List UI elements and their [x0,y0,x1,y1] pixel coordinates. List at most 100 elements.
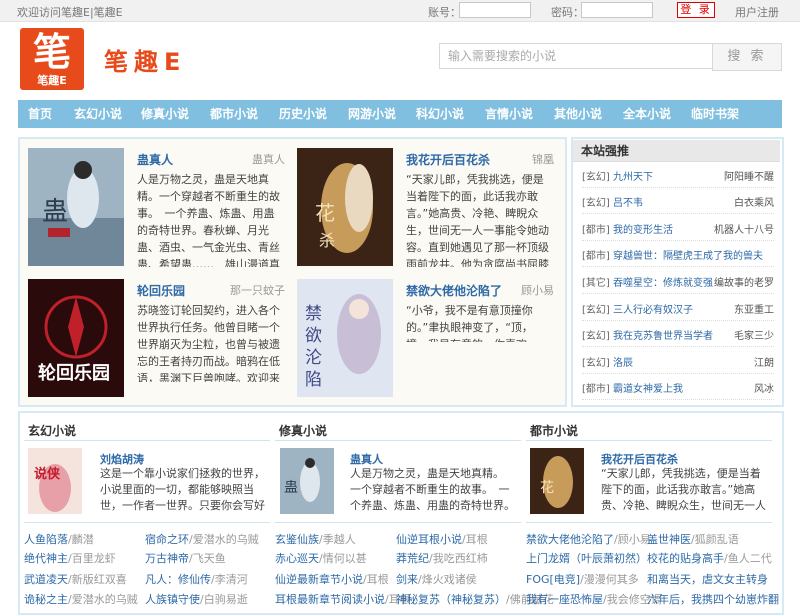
list-item[interactable]: 人鱼陷落/麟潜 [24,531,94,547]
list-book-name[interactable]: 剑来 [396,573,418,586]
list-book-author[interactable]: /飞天鱼 [189,552,226,565]
list-book-name[interactable]: 校花的贴身高手 [647,552,724,565]
nav-quanben[interactable]: 全本小说 [623,100,671,128]
list-item[interactable]: 六年后，我携四个幼崽炸翻 [647,591,779,607]
book-author[interactable]: 顾小易 [494,282,554,298]
list-item[interactable]: 盖世神医/狐颜乱语 [647,531,739,547]
list-book-author[interactable]: /我吃西红柿 [429,552,488,565]
recommend-item[interactable]: [玄幻] 三人行必有奴汉子 东亚重工 [582,302,774,321]
recommend-item[interactable]: [玄幻] 我在克苏鲁世界当学者 毛家三少 [582,328,774,347]
site-logo[interactable]: 笔 笔趣E [20,28,84,90]
list-book-name[interactable]: 凡人：修仙传 [145,573,211,586]
book-cover[interactable]: 轮回乐园 [28,279,124,397]
book-title-link[interactable]: 蛊真人 [350,451,383,467]
recommend-author[interactable]: 白衣乘风 [734,195,774,213]
list-book-name[interactable]: 人鱼陷落 [24,533,68,546]
register-link[interactable]: 用户注册 [735,4,779,20]
list-item[interactable]: 绝代神主/百里龙虾 [24,550,116,566]
list-book-name[interactable]: 仙逆耳根小说 [396,533,462,546]
recommend-item[interactable]: [都市] 我的变形生活 机器人十八号 [582,222,774,241]
recommend-item[interactable]: [都市] 穿越兽世：隔壁虎王成了我的兽夫 [582,248,774,267]
book-author[interactable]: 那一只蚊子 [225,282,285,298]
book-author[interactable]: 蛊真人 [225,151,285,167]
book-cover[interactable]: 蛊 [28,148,124,266]
recommend-item[interactable]: [玄幻] 洛辰 江朗 [582,355,774,374]
list-book-author[interactable]: /爱潜水的乌贼 [189,533,259,546]
list-item[interactable]: 万古神帝/飞天鱼 [145,550,226,566]
list-book-name[interactable]: 禁欲大佬他沦陷了 [526,533,614,546]
category-title[interactable]: 玄幻小说 [28,422,76,439]
book-cover[interactable]: 说侠 [28,448,82,514]
book-cover[interactable]: 花 [530,448,584,514]
book-title-link[interactable]: 刘焰胡涛 [100,451,144,467]
list-item[interactable]: 诡秘之主/爱潜水的乌贼 [24,591,138,607]
list-item[interactable]: 我有一座恐怖屋/我会修空调 [526,591,662,607]
list-book-name[interactable]: 莽荒纪 [396,552,429,565]
recommend-author[interactable]: 编故事的老罗 [714,275,774,293]
list-book-author[interactable]: /情何以甚 [319,552,367,565]
recommend-book[interactable]: 霸道女神爱上我 [613,384,683,395]
list-book-author[interactable]: /李清河 [211,573,248,586]
recommend-book[interactable]: 洛辰 [613,358,633,369]
list-item[interactable]: 仙逆耳根小说/耳根 [396,531,488,547]
recommend-author[interactable]: 东亚重工 [734,302,774,320]
nav-kehuan[interactable]: 科幻小说 [416,100,464,128]
list-item[interactable]: 仙逆最新章节小说/耳根 [275,571,389,587]
list-book-author[interactable]: /季越人 [319,533,356,546]
recommend-item[interactable]: [玄幻] 九州天下 阿阳睡不醒 [582,169,774,188]
recommend-author[interactable]: 机器人十八号 [714,222,774,240]
nav-xiuzhen[interactable]: 修真小说 [141,100,189,128]
book-title-link[interactable]: 我花开后百花杀 [406,151,490,168]
list-book-name[interactable]: 武道凌天 [24,573,68,586]
list-book-name[interactable]: 赤心巡天 [275,552,319,565]
list-item[interactable]: 玄鉴仙族/季越人 [275,531,356,547]
list-book-name[interactable]: 宿命之环 [145,533,189,546]
list-item[interactable]: 耳根最新章节阅读小说/耳根 [275,591,411,607]
recommend-book[interactable]: 穿越兽世：隔壁虎王成了我的兽夫 [613,251,763,262]
book-cover[interactable]: 禁 欲 沦 陷 [297,279,393,397]
password-input[interactable] [581,2,653,18]
list-item[interactable]: 武道凌天/新版红双喜 [24,571,127,587]
nav-bookshelf[interactable]: 临时书架 [691,100,739,128]
list-item[interactable]: 和离当天，虐文女主转身 [647,571,768,587]
list-book-author[interactable]: /顾小易 [614,533,651,546]
nav-lishi[interactable]: 历史小说 [279,100,327,128]
list-item[interactable]: 校花的贴身高手/鱼人二代 [647,550,772,566]
list-book-name[interactable]: 仙逆最新章节小说 [275,573,363,586]
list-book-author[interactable]: /烽火戏诸侯 [418,573,477,586]
book-author[interactable]: 锦凰 [494,151,554,167]
list-item[interactable]: 赤心巡天/情何以甚 [275,550,367,566]
list-book-name[interactable]: 玄鉴仙族 [275,533,319,546]
book-title-link[interactable]: 我花开后百花杀 [601,451,678,467]
nav-xuanhuan[interactable]: 玄幻小说 [74,100,122,128]
book-title-link[interactable]: 轮回乐园 [137,282,185,299]
nav-dushi[interactable]: 都市小说 [210,100,258,128]
recommend-item[interactable]: [其它] 吞噬星空：修炼就变强 编故事的老罗 [582,275,774,294]
list-book-name[interactable]: 万古神帝 [145,552,189,565]
list-item[interactable]: 莽荒纪/我吃西红柿 [396,550,488,566]
book-cover[interactable]: 花 杀 [297,148,393,266]
list-item[interactable]: 凡人：修仙传/李清河 [145,571,248,587]
recommend-author[interactable]: 风冰 [754,381,774,399]
recommend-book[interactable]: 吞噬星空：修炼就变强 [613,278,713,289]
login-button[interactable]: 登 录 [677,2,715,18]
recommend-book[interactable]: 我在克苏鲁世界当学者 [613,331,713,342]
search-button[interactable]: 搜 索 [712,43,782,71]
account-input[interactable] [459,2,531,18]
category-title[interactable]: 都市小说 [530,422,578,439]
list-book-author[interactable]: /鱼人二代 [724,552,772,565]
search-input[interactable]: 输入需要搜索的小说 [439,43,717,69]
recommend-book[interactable]: 九州天下 [613,172,653,183]
recommend-author[interactable]: 毛家三少 [734,328,774,346]
list-item[interactable]: FOG[电竞]/漫漫何其多 [526,571,639,587]
recommend-book[interactable]: 三人行必有奴汉子 [613,305,693,316]
nav-wangyou[interactable]: 网游小说 [348,100,396,128]
list-book-author[interactable]: /新版红双喜 [68,573,127,586]
nav-home[interactable]: 首页 [28,100,52,128]
list-book-author[interactable]: /耳根 [462,533,488,546]
list-book-name[interactable]: 和离当天，虐文女主转身 [647,573,768,586]
list-book-name[interactable]: FOG[电竞] [526,573,580,586]
nav-yanqing[interactable]: 言情小说 [485,100,533,128]
recommend-book[interactable]: 吕不韦 [613,198,643,209]
list-book-author[interactable]: /麟潜 [68,533,94,546]
